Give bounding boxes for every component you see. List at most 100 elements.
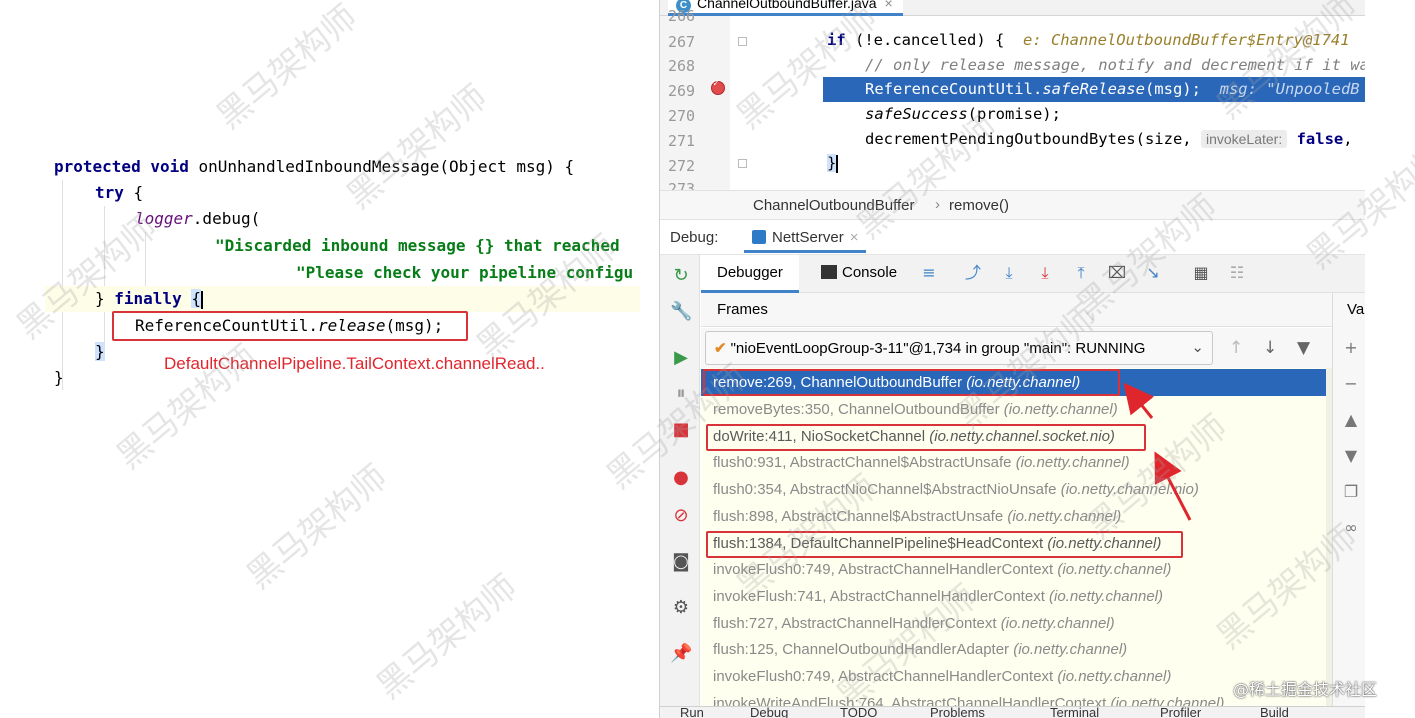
frames-list: remove:269, ChannelOutboundBuffer (io.ne… [701, 368, 1332, 718]
editor-tab-channeloutboundbuffer[interactable]: C ChannelOutboundBuffer.java × [668, 0, 903, 16]
run-to-cursor-icon[interactable]: ↘ [1143, 263, 1163, 283]
text-caret [836, 154, 839, 173]
evaluate-expression-icon[interactable]: ▦ [1191, 263, 1211, 283]
indent-guide [145, 232, 146, 286]
pause-icon[interactable]: ⏸ [670, 383, 692, 405]
console-label: Console [842, 264, 898, 281]
show-execution-point-icon[interactable]: ⤴ [963, 263, 983, 283]
breadcrumb-class[interactable]: ChannelOutboundBuffer [753, 197, 915, 214]
breadcrumb-method[interactable]: remove() [949, 197, 1009, 214]
code-line-finally: } finally { [95, 289, 203, 309]
right-margin [1365, 0, 1415, 718]
variables-title: Va [1347, 301, 1365, 318]
code-snippet-panel: protected void onUnhandledInboundMessage… [0, 0, 640, 718]
line-number: 271 [668, 132, 696, 150]
add-watch-icon[interactable]: + [1341, 338, 1361, 358]
drop-frame-icon[interactable]: ⌧ [1107, 263, 1127, 283]
editor-line-268: // only release message, notify and decr… [865, 56, 1365, 74]
breakpoint-check-icon: ✓ [713, 78, 720, 89]
frame-item[interactable]: flush0:354, AbstractNioChannel$AbstractN… [701, 476, 1332, 503]
line-number: 269 [668, 82, 696, 100]
layout-menu-icon[interactable]: ≡ [919, 263, 939, 283]
frame-item[interactable]: flush:125, ChannelOutboundHandlerAdapter… [701, 636, 1332, 663]
debug-session-tab[interactable]: NettServer × [744, 225, 867, 253]
editor-line-270: safeSuccess(promise); [865, 105, 1061, 123]
stop-icon[interactable]: ■ [670, 419, 692, 441]
move-down-icon[interactable]: ▼ [1341, 446, 1361, 466]
mute-breakpoints-icon[interactable]: ⊘ [670, 505, 692, 527]
camera-icon[interactable]: ◙ [670, 551, 692, 573]
frame-item[interactable]: flush:898, AbstractChannel$AbstractUnsaf… [701, 503, 1332, 530]
close-session-icon[interactable]: × [850, 229, 859, 246]
frames-scrollbar[interactable] [1326, 368, 1332, 718]
tool-run[interactable]: Run [680, 707, 704, 718]
code-line-close-method: } [54, 368, 64, 387]
code-line-logger: logger.debug( [135, 209, 261, 228]
bottom-tool-strip: Run Debug TODO Problems Terminal Profile… [660, 706, 1365, 718]
copy-icon[interactable]: ❐ [1341, 482, 1361, 502]
tab-console[interactable]: Console [821, 264, 897, 281]
close-tab-icon[interactable]: × [885, 0, 893, 11]
code-line-string-2: "Please check your pipeline configu [296, 263, 634, 282]
line-number: 266 [668, 7, 696, 25]
debug-label: Debug: [670, 229, 719, 246]
tool-profiler[interactable]: Profiler [1160, 707, 1201, 718]
thread-label: "nioEventLoopGroup-3-11"@1,734 in group … [730, 340, 1146, 357]
editor-tab-label: ChannelOutboundBuffer.java [697, 0, 877, 11]
line-number: 268 [668, 57, 696, 75]
resume-icon[interactable]: ▶ [670, 347, 692, 369]
frame-item[interactable]: removeBytes:350, ChannelOutboundBuffer (… [701, 396, 1332, 423]
debug-side-toolbar: ↻ 🔧 ▶ ⏸ ■ ● ⊘ ◙ ⚙ 📌 [660, 255, 700, 718]
wrench-icon[interactable]: 🔧 [670, 301, 692, 323]
rerun-icon[interactable]: ↻ [670, 265, 692, 287]
step-into-icon[interactable]: ⤓ [1035, 263, 1055, 283]
highlight-box-headcontext [706, 531, 1183, 558]
line-number: 267 [668, 33, 696, 51]
inlay-hint: invokeLater: [1200, 130, 1288, 148]
annotation-tailcontext: DefaultChannelPipeline.TailContext.chann… [164, 354, 545, 373]
arrow-up-icon[interactable]: ↑ [1229, 338, 1243, 358]
frames-title: Frames [717, 301, 768, 318]
console-icon [821, 265, 837, 279]
code-line-close-finally: } [95, 342, 105, 361]
tool-debug[interactable]: Debug [750, 707, 788, 718]
tool-problems[interactable]: Problems [930, 707, 985, 718]
thread-selector-row: ✔ "nioEventLoopGroup-3-11"@1,734 in group… [701, 328, 1332, 368]
breadcrumb-separator: › [935, 196, 940, 213]
site-watermark: @稀土掘金技术社区 [1233, 680, 1378, 699]
code-line-string-1: "Discarded inbound message {} that reach… [215, 236, 620, 255]
frame-item[interactable]: flush0:931, AbstractChannel$AbstractUnsa… [701, 449, 1332, 476]
chevron-down-icon: ⌄ [1191, 339, 1204, 356]
editor-gutter: 266 267 268 269 270 271 272 273 [660, 7, 730, 198]
tool-build[interactable]: Build [1260, 707, 1289, 718]
filter-icon[interactable]: ▼ [1297, 338, 1310, 358]
view-breakpoints-icon[interactable]: ● [670, 467, 692, 489]
editor-line-269-current: ReferenceCountUtil.safeRelease(msg); msg… [823, 77, 1365, 102]
indent-guide [62, 180, 63, 390]
code-line-try: try { [95, 183, 144, 202]
highlight-box-remove [703, 369, 1120, 396]
debug-session-label: NettServer [772, 229, 844, 246]
line-number: 270 [668, 107, 696, 125]
settings-gear-icon[interactable]: ⚙ [670, 597, 692, 619]
frame-item[interactable]: flush:727, AbstractChannelHandlerContext… [701, 610, 1332, 637]
move-up-icon[interactable]: ▲ [1341, 410, 1361, 430]
trace-icon[interactable]: ☷ [1227, 263, 1247, 283]
step-over-icon[interactable]: ⤓ [999, 263, 1019, 283]
thread-dropdown[interactable]: ✔ "nioEventLoopGroup-3-11"@1,734 in group… [705, 331, 1213, 365]
highlight-box-dowrite [706, 424, 1146, 451]
remove-watch-icon[interactable]: − [1341, 374, 1361, 394]
tool-todo[interactable]: TODO [840, 707, 877, 718]
frame-item[interactable]: invokeFlush:741, AbstractChannelHandlerC… [701, 583, 1332, 610]
indent-guide [104, 206, 105, 356]
frames-panel-header: Frames [701, 293, 1332, 327]
variables-panel: Va + − ▲ ▼ ❐ ∞ [1332, 293, 1365, 718]
pin-icon[interactable]: 📌 [670, 643, 692, 665]
tool-terminal[interactable]: Terminal [1050, 707, 1099, 718]
code-line-signature: protected void onUnhandledInboundMessage… [54, 157, 575, 176]
arrow-down-icon[interactable]: ↓ [1263, 338, 1277, 358]
step-out-icon[interactable]: ⤒ [1071, 263, 1091, 283]
show-watches-icon[interactable]: ∞ [1341, 518, 1361, 538]
frame-item[interactable]: invokeFlush0:749, AbstractChannelHandler… [701, 556, 1332, 583]
tab-debugger[interactable]: Debugger [701, 255, 799, 293]
